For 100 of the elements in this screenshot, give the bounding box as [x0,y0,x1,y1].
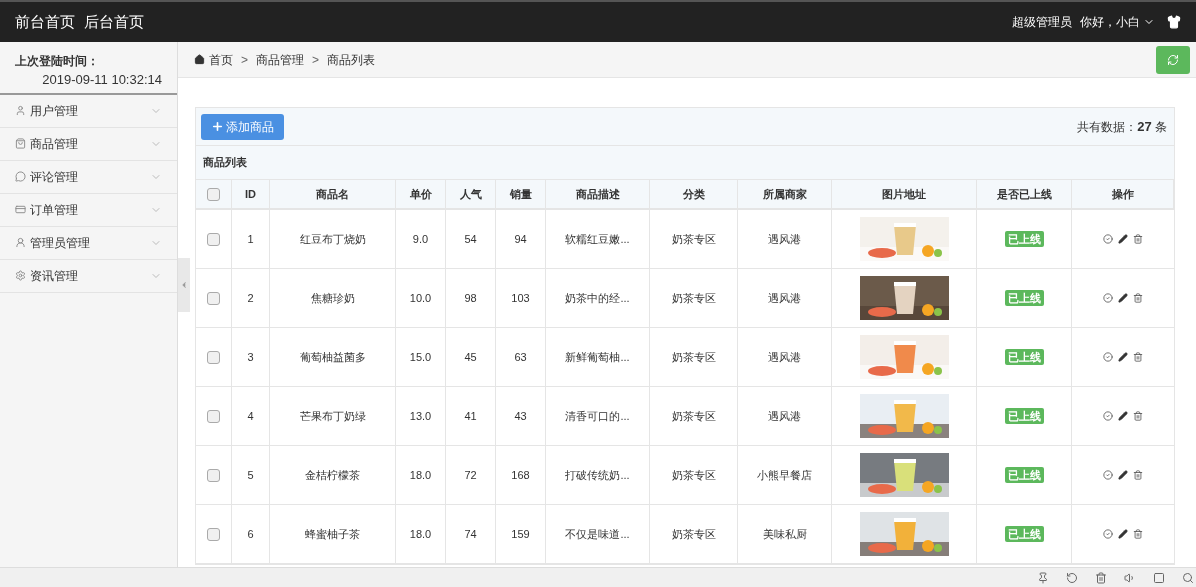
edit-icon[interactable] [1118,529,1128,539]
checkbox[interactable] [207,527,220,541]
status-badge: 已上线 [1004,289,1044,307]
check-circle-icon[interactable] [1103,529,1113,539]
column-header: 图片地址 [882,186,926,202]
table-cell-text: 蜂蜜柚子茶 [305,526,360,542]
table-cell-text: 奶茶专区 [671,290,716,306]
pin-icon[interactable] [1037,571,1049,584]
sidebar-item[interactable]: 用户管理 [0,94,177,128]
edit-icon[interactable] [1118,411,1128,421]
table-cell-text: 遇风港 [768,349,801,365]
total-count: 共有数据：27 条 [1077,117,1167,136]
table-cell-text: 43 [514,408,527,424]
table-cell-text: 168 [511,467,530,483]
sidebar-item[interactable]: 资讯管理 [0,259,177,293]
table-cell-text: 103 [511,290,530,306]
window-icon[interactable] [1153,571,1165,584]
table-cell-text: 美味私厨 [762,526,807,542]
user-menu[interactable]: 你好，小白 [1080,13,1155,31]
sidebar-item[interactable]: 商品管理 [0,127,177,161]
delete-icon[interactable] [1133,470,1143,480]
breadcrumb-link[interactable]: 首页 [209,50,233,69]
search-icon[interactable] [1182,571,1194,584]
sidebar-item[interactable]: 订单管理 [0,193,177,227]
table-cell-text: 18.0 [409,526,432,542]
status-badge: 已上线 [1004,466,1044,484]
edit-icon[interactable] [1118,234,1128,244]
table-cell-text: 芒果布丁奶绿 [299,408,366,424]
status-badge: 已上线 [1004,525,1044,543]
checkbox[interactable] [207,187,220,201]
check-circle-icon[interactable] [1103,411,1113,421]
table-cell-text: 奶茶专区 [671,467,716,483]
table-cell-text: 小熊早餐店 [757,467,812,483]
last-login-time: 2019-09-11 10:32:14 [41,71,162,89]
column-header: 销量 [509,186,532,202]
table-cell-text: 94 [514,231,527,247]
table-cell-text: 不仅是味道... [565,526,630,542]
trash-icon[interactable] [1095,571,1107,584]
table-cell-text: 葡萄柚益菌多 [299,349,366,365]
check-circle-icon[interactable] [1103,293,1113,303]
delete-icon[interactable] [1133,234,1143,244]
table-cell-text: 18.0 [409,467,432,483]
edit-icon[interactable] [1118,293,1128,303]
edit-icon[interactable] [1118,352,1128,362]
sidebar-item[interactable]: 评论管理 [0,160,177,194]
caret-left-icon [179,280,189,290]
bag-icon [15,138,26,149]
table-cell-text: 焦糖珍奶 [310,290,355,306]
checkbox[interactable] [207,409,220,423]
table-cell-text: 遇风港 [768,408,801,424]
check-circle-icon[interactable] [1103,234,1113,244]
column-header: 分类 [682,186,705,202]
delete-icon[interactable] [1133,529,1143,539]
table-cell-text: 2 [247,290,254,306]
column-header: 商品名 [316,186,349,202]
column-header: 是否已上线 [996,186,1052,202]
table-cell-text: 遇风港 [768,231,801,247]
status-badge: 已上线 [1004,407,1044,425]
shirt-icon[interactable] [1167,15,1181,29]
checkbox[interactable] [207,350,220,364]
sidebar-item[interactable]: 管理员管理 [0,226,177,260]
speech-bubble-icon [15,171,26,182]
table-cell-text: 159 [511,526,530,542]
delete-icon[interactable] [1133,293,1143,303]
rotate-icon[interactable] [1066,571,1078,584]
table-cell-text: 13.0 [409,408,432,424]
nav-link[interactable]: 前台首页 [15,10,75,34]
table-cell-text: 1 [247,231,254,247]
table-cell-text: 清香可口的... [565,408,630,424]
delete-icon[interactable] [1133,352,1143,362]
table-cell-text: 45 [464,349,477,365]
table-cell-text: 奶茶专区 [671,349,716,365]
checkbox[interactable] [207,232,220,246]
delete-icon[interactable] [1133,411,1143,421]
user-icon [15,105,26,116]
table-cell-text: 54 [464,231,477,247]
column-header: 所属商家 [762,186,807,202]
checkbox[interactable] [207,291,220,305]
column-header: 人气 [459,186,482,202]
person-icon [15,237,26,248]
speaker-icon[interactable] [1124,571,1136,584]
breadcrumb-link[interactable]: 商品管理 [256,50,304,69]
edit-icon[interactable] [1118,470,1128,480]
check-circle-icon[interactable] [1103,470,1113,480]
user-role: 超级管理员 [1012,14,1072,31]
table-cell-text: 9.0 [412,231,429,247]
table-cell-text: 3 [247,349,254,365]
table-cell-text: 63 [514,349,527,365]
column-header: 单价 [409,186,432,202]
table-cell-text: 奶茶专区 [671,408,716,424]
table-cell-text: 10.0 [409,290,432,306]
breadcrumb-separator: > [241,51,248,69]
nav-link[interactable]: 后台首页 [84,10,144,34]
card-icon [15,204,26,215]
table-cell-text: 遇风港 [768,290,801,306]
check-circle-icon[interactable] [1103,352,1113,362]
breadcrumb-link[interactable]: 商品列表 [327,50,376,69]
home-icon [194,54,205,65]
checkbox[interactable] [207,468,220,482]
status-badge: 已上线 [1004,230,1044,248]
